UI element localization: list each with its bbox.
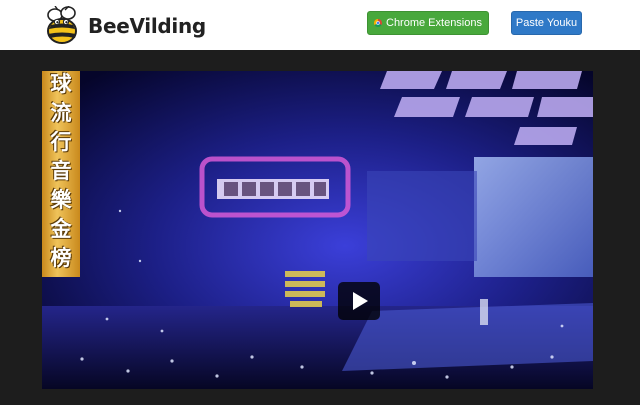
chrome-extensions-label: Chrome Extensions bbox=[386, 17, 482, 29]
video-player[interactable]: 球流行音樂金榜 bbox=[42, 71, 593, 389]
footer-strip bbox=[0, 405, 640, 413]
video-frame bbox=[42, 71, 593, 389]
paste-youku-label: Paste Youku bbox=[515, 17, 578, 29]
chrome-extensions-button[interactable]: Chrome Extensions bbox=[367, 11, 489, 35]
logo-text: BeeVilding bbox=[88, 14, 206, 38]
paste-youku-button[interactable]: Paste Youku bbox=[511, 11, 582, 35]
chrome-icon bbox=[374, 19, 382, 27]
player-stage: 球流行音樂金榜 bbox=[0, 50, 640, 405]
play-button[interactable] bbox=[338, 282, 380, 320]
bee-icon bbox=[47, 6, 77, 44]
top-bar: BeeVilding Chrome Extensions Paste Youku bbox=[0, 0, 640, 50]
logo[interactable]: BeeVilding bbox=[42, 6, 206, 46]
play-icon bbox=[353, 292, 368, 310]
video-caption: 球流行音樂金榜 bbox=[50, 72, 72, 270]
